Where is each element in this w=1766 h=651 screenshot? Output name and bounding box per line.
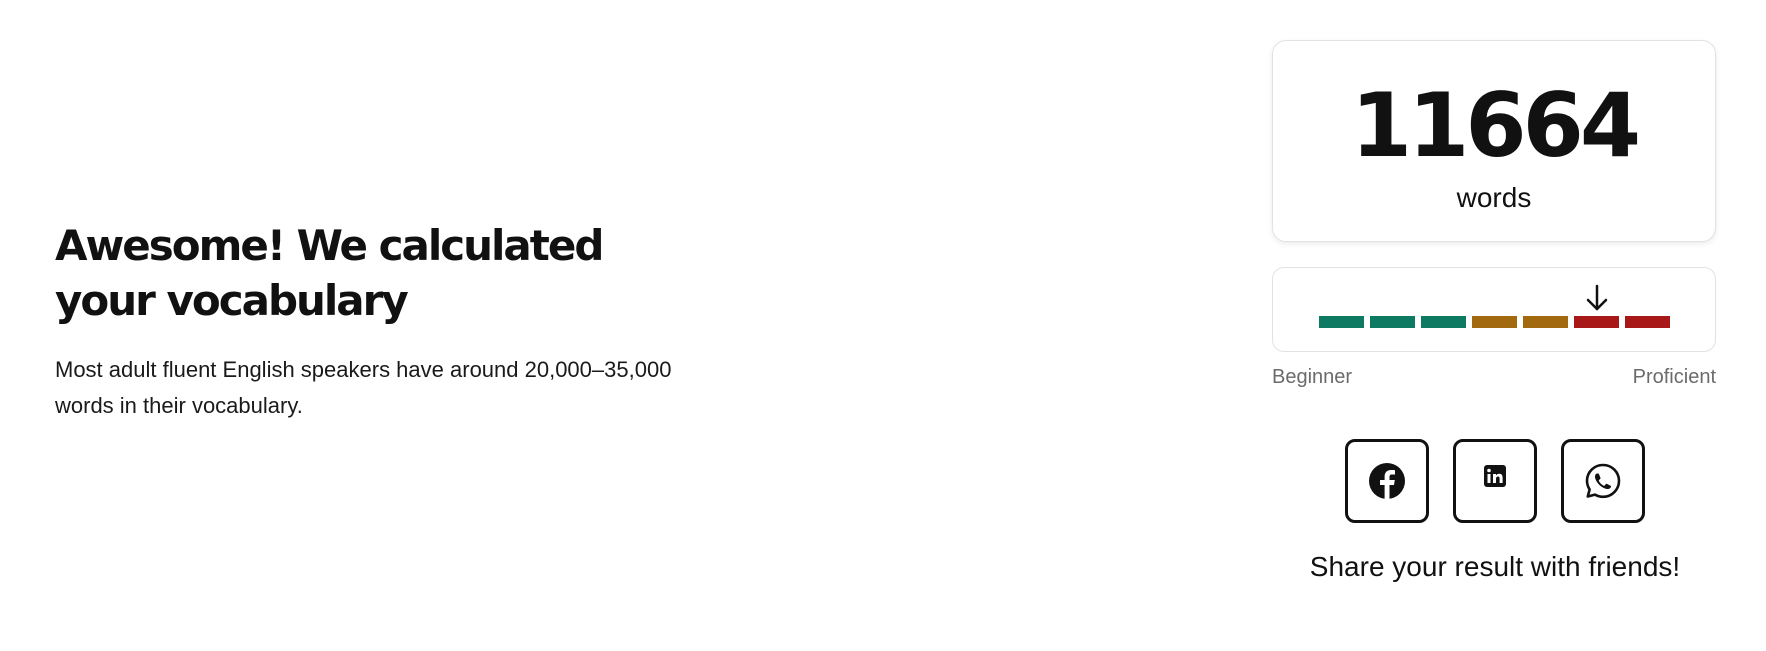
level-segment xyxy=(1319,316,1364,328)
results-panel: 11664 words Beginner Proficient Share yo… xyxy=(1272,40,1718,583)
whatsapp-icon xyxy=(1585,463,1621,499)
level-segment xyxy=(1625,316,1670,328)
level-meter-bars xyxy=(1319,316,1670,328)
arrow-down-icon xyxy=(1586,284,1607,311)
level-segment xyxy=(1523,316,1568,328)
level-segment xyxy=(1574,316,1619,328)
share-linkedin-button[interactable] xyxy=(1453,439,1537,523)
score-card: 11664 words xyxy=(1272,40,1716,242)
level-segment xyxy=(1421,316,1466,328)
level-min-label: Beginner xyxy=(1272,366,1353,388)
share-buttons xyxy=(1272,439,1718,523)
level-meter xyxy=(1272,267,1716,352)
level-segment xyxy=(1370,316,1415,328)
word-count-unit: words xyxy=(1456,182,1532,213)
linkedin-icon xyxy=(1484,465,1506,487)
word-count: 11664 xyxy=(1350,74,1641,177)
share-caption: Share your result with friends! xyxy=(1309,551,1681,582)
level-meter-labels: Beginner Proficient xyxy=(1272,366,1716,389)
facebook-icon xyxy=(1369,463,1405,499)
share-facebook-button[interactable] xyxy=(1345,439,1429,523)
level-max-label: Proficient xyxy=(1632,366,1716,388)
results-description: Most adult fluent English speakers have … xyxy=(55,357,672,418)
share-whatsapp-button[interactable] xyxy=(1561,439,1645,523)
level-segment xyxy=(1472,316,1517,328)
results-headline: Awesome! We calculated your vocabulary xyxy=(55,221,604,325)
results-intro: Awesome! We calculated your vocabulary M… xyxy=(55,218,695,424)
